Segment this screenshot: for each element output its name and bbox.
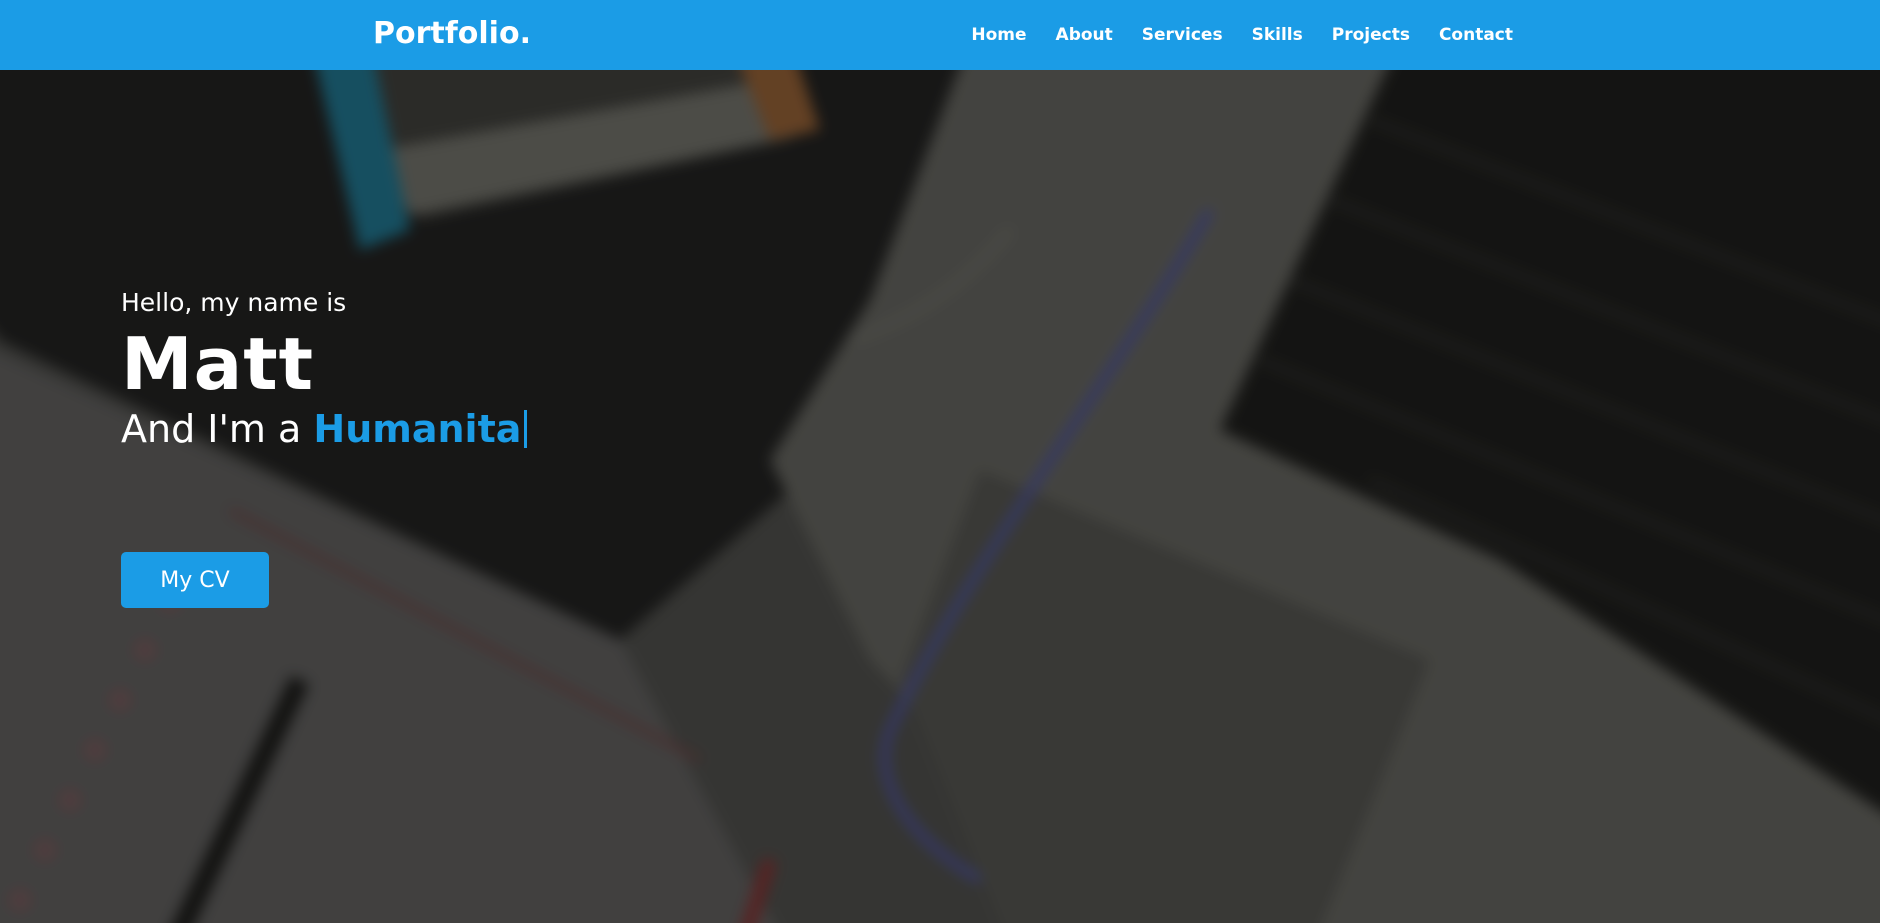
nav-item-contact: Contact [1439, 25, 1513, 45]
my-cv-button[interactable]: My CV [121, 552, 269, 608]
hero-name: Matt [121, 322, 315, 406]
brand-logo[interactable]: Portfolio. [373, 14, 531, 54]
hero-role-line: And I'm a Humanita [121, 404, 528, 454]
hero-role-prefix: And I'm a [121, 407, 314, 451]
hero-greeting: Hello, my name is [121, 288, 347, 317]
nav-item-about: About [1056, 25, 1113, 45]
nav-link-home[interactable]: Home [971, 25, 1026, 45]
nav-link-skills[interactable]: Skills [1252, 25, 1303, 45]
nav-link-contact[interactable]: Contact [1439, 25, 1513, 45]
hero-role-typed: Humanita [313, 407, 522, 451]
nav-links: Home About Services Skills Projects Cont… [971, 0, 1513, 70]
nav-item-projects: Projects [1332, 25, 1410, 45]
page: Portfolio. Home About Services Skills Pr… [0, 0, 1880, 923]
hero-content: Hello, my name is Matt And I'm a Humanit… [121, 286, 528, 608]
nav-link-projects[interactable]: Projects [1332, 25, 1410, 45]
navbar: Portfolio. Home About Services Skills Pr… [0, 0, 1880, 70]
hero-section: Hello, my name is Matt And I'm a Humanit… [0, 70, 1880, 923]
nav-item-services: Services [1142, 25, 1223, 45]
nav-item-skills: Skills [1252, 25, 1303, 45]
nav-link-about[interactable]: About [1056, 25, 1113, 45]
nav-link-services[interactable]: Services [1142, 25, 1223, 45]
nav-item-home: Home [971, 25, 1026, 45]
typing-cursor [524, 410, 528, 448]
hero-dark-overlay [0, 70, 1880, 923]
